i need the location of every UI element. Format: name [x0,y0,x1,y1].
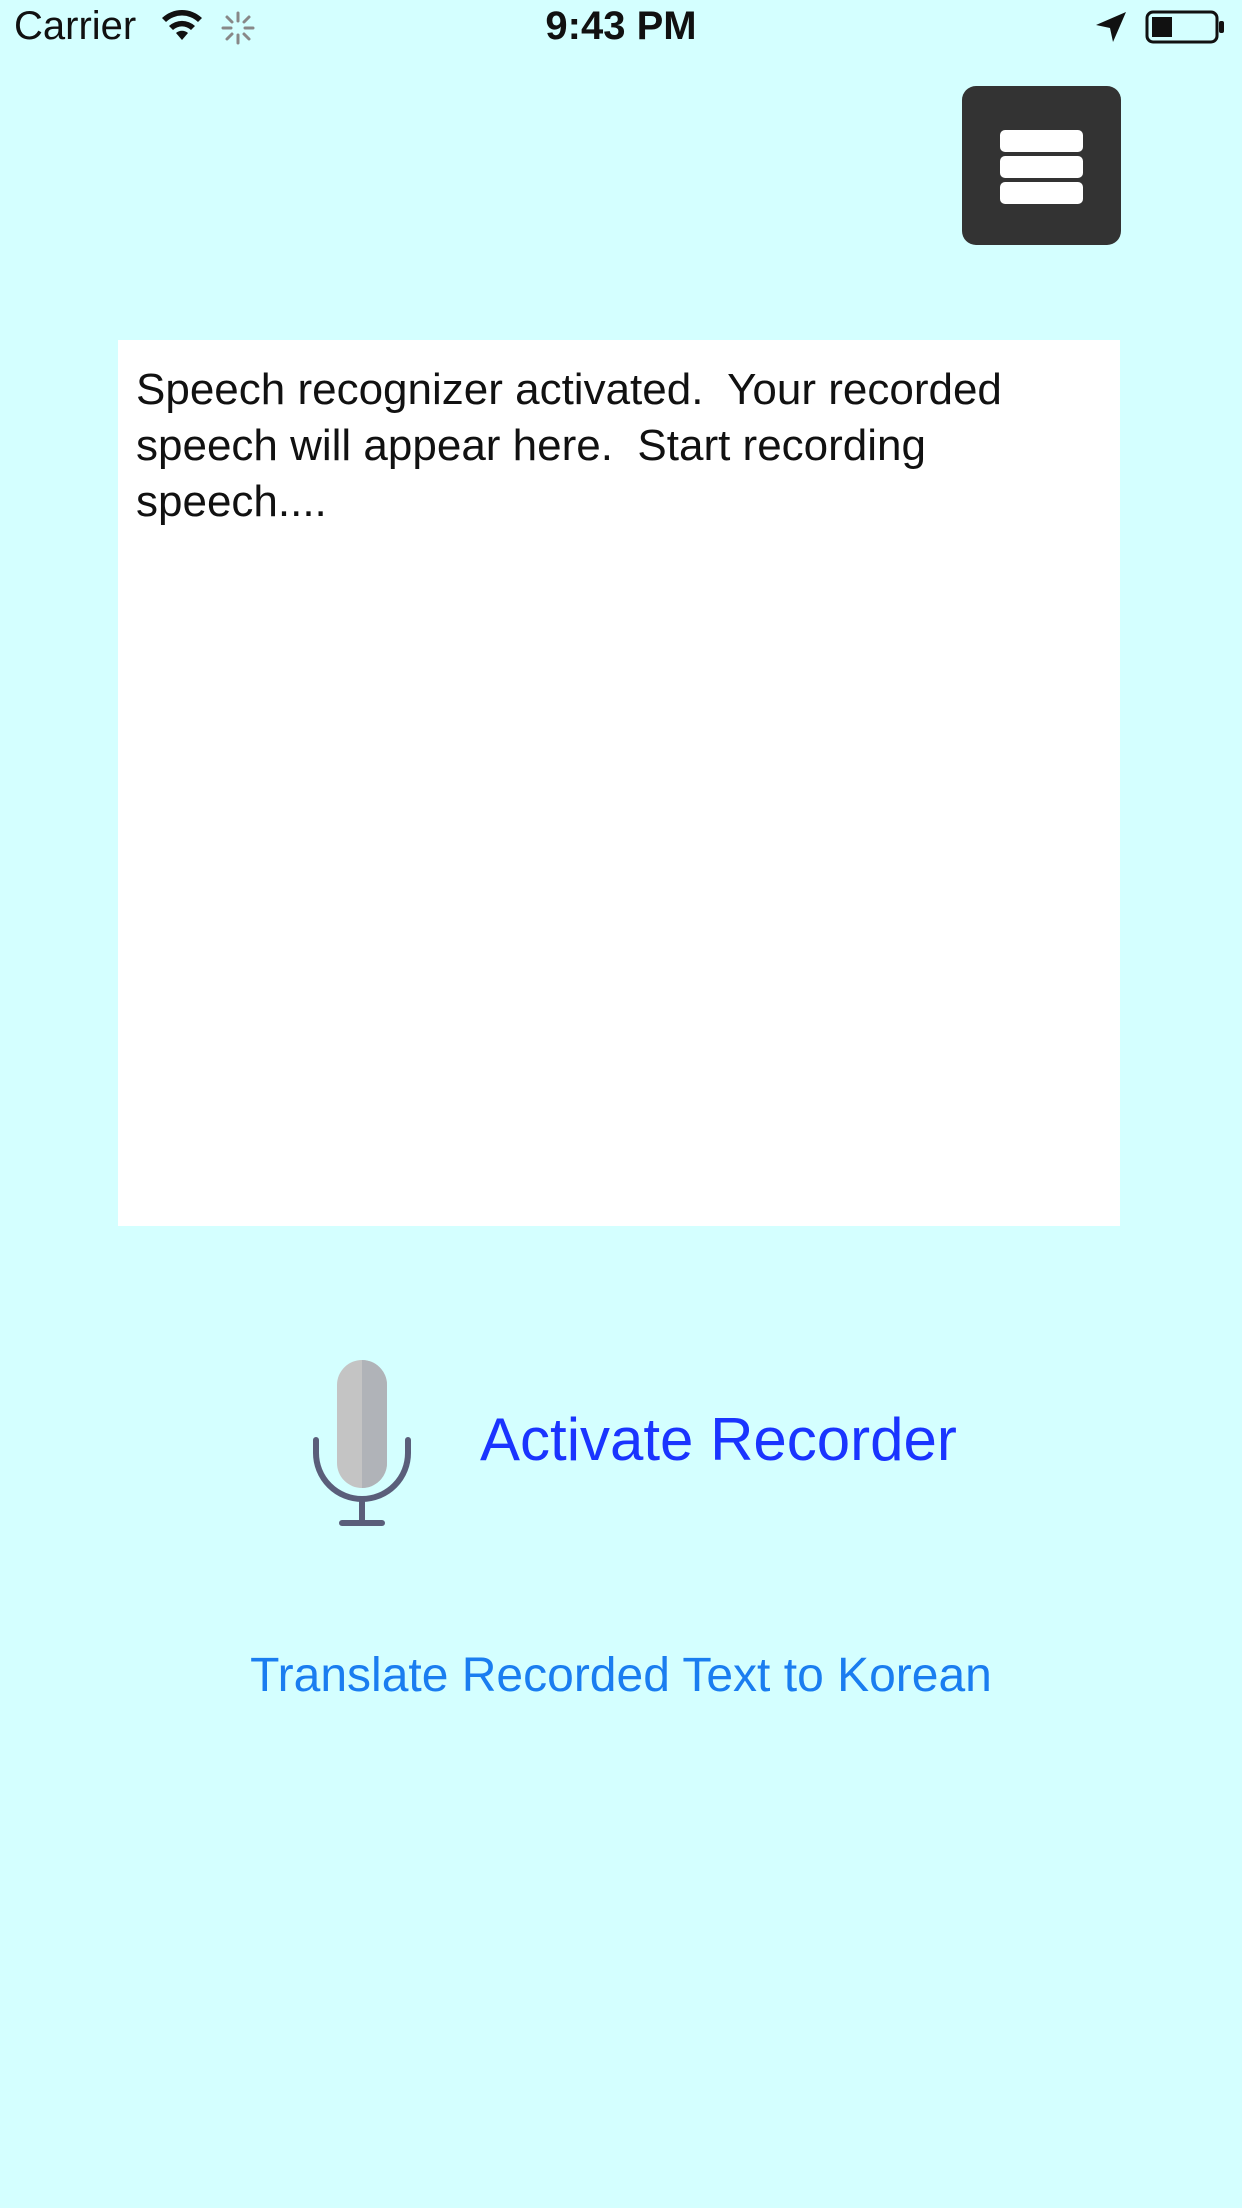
status-bar: Carrier 9:43 PM [0,0,1242,56]
location-arrow-icon [1096,12,1126,42]
status-clock: 9:43 PM [545,4,697,48]
hamburger-menu-icon-bar [1000,182,1083,204]
microphone-icon[interactable] [312,1358,412,1528]
activate-recorder-button[interactable]: Activate Recorder [480,1405,957,1474]
menu-button[interactable] [962,86,1121,245]
hamburger-menu-icon [1000,130,1083,152]
battery-icon [1145,10,1224,44]
hamburger-menu-icon-bar [1000,156,1083,178]
transcript-text-view[interactable]: Speech recognizer activated. Your record… [118,340,1120,1226]
transcript-text: Speech recognizer activated. Your record… [136,365,1015,526]
translate-to-korean-button[interactable]: Translate Recorded Text to Korean [0,1648,1242,1703]
